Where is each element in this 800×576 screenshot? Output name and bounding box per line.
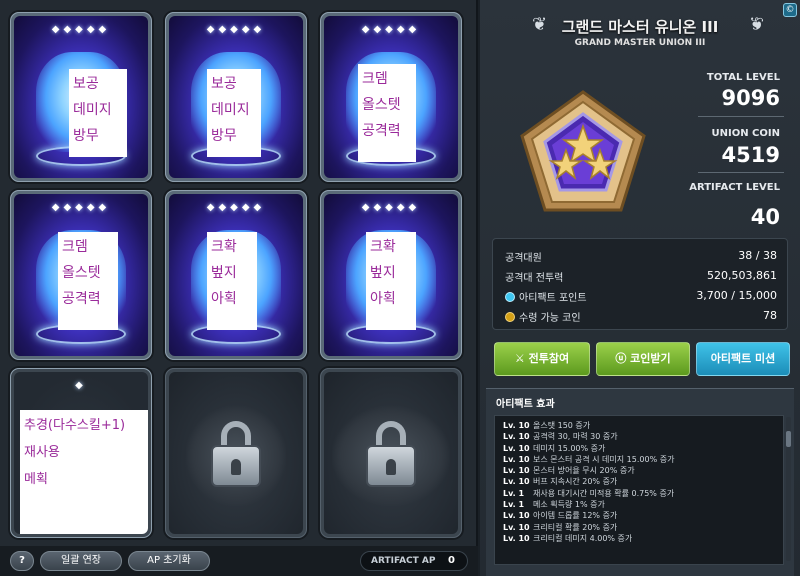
artifact-stars: ◆◆◆◆◆ (51, 24, 111, 35)
artifact-card-4[interactable]: ◆◆◆◆◆ 크뎀 올스텟 공격력 (10, 190, 152, 360)
total-level-label: TOTAL LEVEL (706, 72, 780, 83)
sword-icon: ⚔ (514, 352, 525, 365)
artifact-card-2[interactable]: ◆◆◆◆◆ 보공 데미지 방무 (165, 12, 307, 182)
scrollbar-thumb[interactable] (786, 431, 791, 447)
copyright-icon[interactable]: © (783, 3, 797, 17)
artifact-note: 크확 벞지 아획 (207, 232, 257, 330)
artifact-grid-panel: ◆◆◆◆◆ 보공 데미지 방무 ◆◆◆◆◆ 보공 데미지 방무 ◆◆◆◆◆ 크뎀… (0, 0, 478, 576)
raid-power-row: 공격대 전투력 520,503,861 (505, 269, 777, 284)
artifact-effect-panel: 아티팩트 효과 Lv. 10 올스탯 150 증가 Lv. 10 공격력 30, 마… (486, 388, 794, 576)
list-item: Lv. 10 데미지 15.00% 증가 (503, 443, 606, 453)
list-item: Lv. 10 버프 지속시간 20% 증가 (503, 477, 618, 487)
lock-icon (201, 413, 271, 493)
artifact-card-6[interactable]: ◆◆◆◆◆ 크확 벞지 아획 (320, 190, 462, 360)
list-item: Lv. 1 메소 획득량 1% 증가 (503, 500, 605, 510)
raid-members-row: 공격대원 38 / 38 (505, 249, 777, 264)
union-rank-subtitle: GRAND MASTER UNION III (574, 38, 706, 48)
artifact-stars: ◆◆◆◆◆ (361, 202, 421, 213)
artifact-note: 보공 데미지 방무 (207, 69, 261, 157)
artifact-ap-display: ARTIFACT AP 0 (360, 551, 468, 571)
artifact-point-icon (505, 292, 515, 302)
artifact-card-1[interactable]: ◆◆◆◆◆ 보공 데미지 방무 (10, 12, 152, 182)
union-stats-box: 공격대원 38 / 38 공격대 전투력 520,503,861 아티팩트 포인… (492, 238, 788, 330)
union-coin-label: UNION COIN (711, 128, 781, 139)
extend-all-button[interactable]: 일괄 연장 (40, 551, 122, 571)
artifact-stars: ◆ (75, 380, 87, 391)
list-item: Lv. 10 공격력 30, 마력 30 증가 (503, 432, 618, 442)
join-battle-button[interactable]: ⚔ 전투참여 (494, 342, 590, 376)
artifact-effect-list[interactable]: Lv. 10 올스탯 150 증가 Lv. 10 공격력 30, 마력 30 증가 … (494, 415, 784, 565)
artifact-card-5[interactable]: ◆◆◆◆◆ 크확 벞지 아획 (165, 190, 307, 360)
claimable-coins-row: 수령 가능 코인 78 (505, 309, 777, 325)
list-item: Lv. 1 재사용 대기시간 미적용 확률 0.75% 증가 (503, 488, 675, 498)
claim-coin-button[interactable]: ⓤ 코인받기 (596, 342, 690, 376)
union-rank-title: 그랜드 마스터 유니온 III (561, 18, 719, 36)
artifact-points-row: 아티팩트 포인트 3,700 / 15,000 (505, 289, 777, 305)
artifact-mission-button[interactable]: 아티팩트 미션 (696, 342, 790, 376)
artifact-note: 크확 벞지 아획 (366, 232, 416, 330)
artifact-note: 추경(다수스킬+1) 재사용 메획 (20, 410, 148, 534)
artifact-card-3[interactable]: ◆◆◆◆◆ 크뎀 올스텟 공격력 (320, 12, 462, 182)
artifact-stars: ◆◆◆◆◆ (206, 24, 266, 35)
artifact-card-9-locked[interactable] (320, 368, 462, 538)
artifact-note: 크뎀 올스텟 공격력 (358, 64, 416, 162)
list-item: Lv. 10 크리티컬 데미지 4.00% 증가 (503, 533, 633, 543)
artifact-note: 크뎀 올스텟 공격력 (58, 232, 118, 330)
artifact-card-8-locked[interactable] (165, 368, 307, 538)
total-level-value: 9096 (721, 86, 780, 110)
union-rank-emblem-icon (520, 90, 646, 212)
artifact-note: 보공 데미지 방무 (69, 69, 127, 157)
ap-reset-button[interactable]: AP 초기화 (128, 551, 210, 571)
effect-scrollbar[interactable] (786, 417, 791, 561)
list-item: Lv. 10 몬스터 방어율 무시 20% 증가 (503, 466, 635, 476)
list-item: Lv. 10 보스 몬스터 공격 시 데미지 15.00% 증가 (503, 454, 675, 464)
list-item: Lv. 10 아이템 드롭률 12% 증가 (503, 511, 618, 521)
help-button[interactable]: ? (10, 551, 34, 571)
union-info-panel: © ❦ ❦ 그랜드 마스터 유니온 III GRAND MASTER UNION… (480, 0, 800, 576)
list-item: Lv. 10 올스탯 150 증가 (503, 421, 591, 430)
list-item: Lv. 10 크리티컬 확률 20% 증가 (503, 522, 618, 532)
artifact-level-value: 40 (750, 205, 780, 229)
coin-icon: ⓤ (615, 352, 627, 365)
artifact-stars: ◆◆◆◆◆ (206, 202, 266, 213)
artifact-level-label: ARTIFACT LEVEL (689, 182, 780, 193)
artifact-effect-title: 아티팩트 효과 (496, 399, 555, 410)
artifact-card-7[interactable]: ◆ 추경(다수스킬+1) 재사용 메획 (10, 368, 152, 538)
coin-icon (505, 312, 515, 322)
lock-icon (356, 413, 426, 493)
union-coin-value: 4519 (721, 143, 780, 167)
artifact-stars: ◆◆◆◆◆ (361, 24, 421, 35)
bottom-toolbar: ? 일괄 연장 AP 초기화 ARTIFACT AP 0 (0, 546, 478, 576)
artifact-stars: ◆◆◆◆◆ (51, 202, 111, 213)
